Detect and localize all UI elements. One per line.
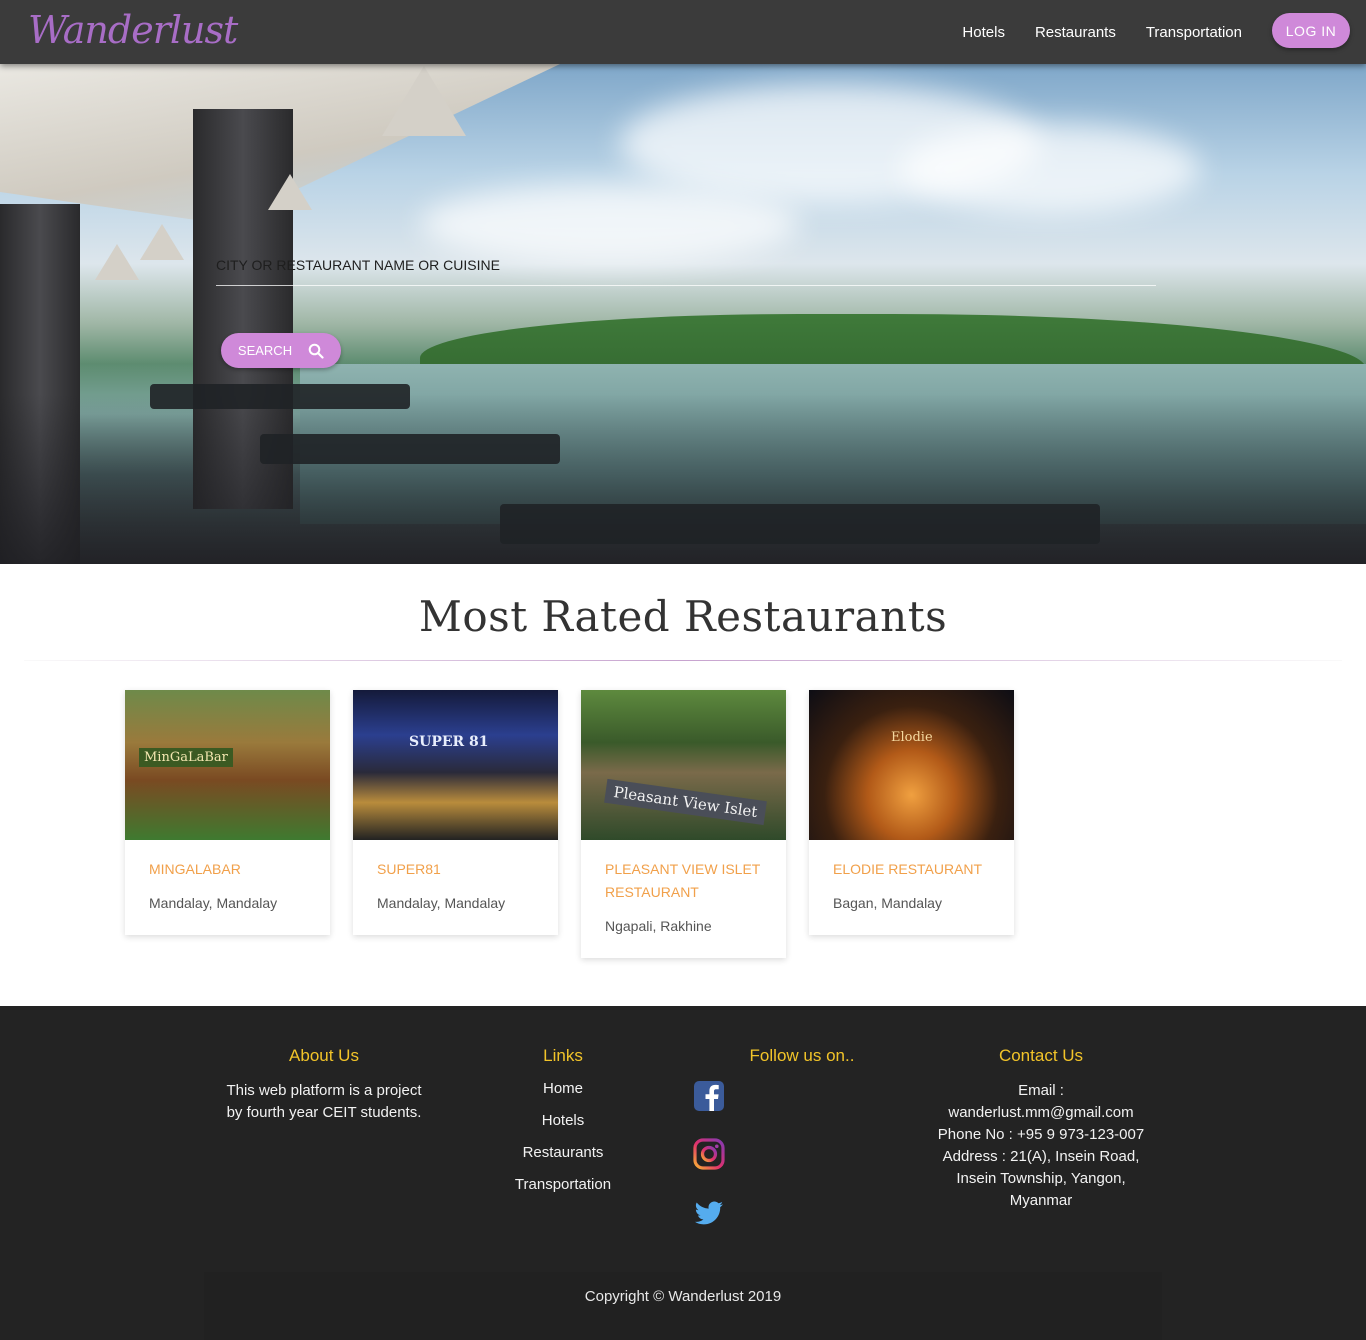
search-bar — [216, 244, 1156, 286]
hero-lamp — [268, 174, 312, 210]
restaurant-image[interactable]: SUPER 81 — [353, 690, 558, 840]
restaurant-image[interactable]: Pleasant View Islet — [581, 690, 786, 840]
restaurant-image[interactable]: Elodie — [809, 690, 1014, 840]
footer-contact: Contact Us Email : wanderlust.mm@gmail.c… — [916, 1046, 1166, 1212]
section-title: Most Rated Restaurants — [418, 592, 948, 641]
section-divider — [24, 660, 1342, 661]
restaurant-card[interactable]: SUPER 81 SUPER81 Mandalay, Mandalay — [353, 690, 558, 935]
copyright-text: Copyright © Wanderlust 2019 — [584, 1288, 782, 1305]
restaurant-card[interactable]: Elodie ELODIE RESTAURANT Bagan, Mandalay — [809, 690, 1014, 935]
footer-link-restaurants[interactable]: Restaurants — [483, 1144, 643, 1161]
restaurant-location: Bagan, Mandalay — [833, 895, 942, 911]
footer-links-heading: Links — [543, 1046, 583, 1065]
restaurant-image[interactable]: MinGaLaBar — [125, 690, 330, 840]
contact-address: Insein Township, Yangon, — [956, 1170, 1126, 1187]
contact-email[interactable]: wanderlust.mm@gmail.com — [916, 1102, 1166, 1124]
hero-banner: SEARCH — [0, 64, 1366, 564]
nav-links: Hotels Restaurants Transportation — [962, 0, 1242, 64]
footer-link-home[interactable]: Home — [483, 1080, 643, 1097]
footer-about-heading: About Us — [289, 1046, 359, 1065]
contact-phone: Phone No : +95 9 973-123-007 — [937, 1126, 1145, 1143]
hero-table — [260, 434, 560, 464]
footer-links: Links Home Hotels Restaurants Transporta… — [483, 1046, 643, 1208]
login-button[interactable]: LOG IN — [1272, 13, 1350, 48]
restaurant-sign: SUPER 81 — [409, 734, 489, 750]
footer-about: About Us This web platform is a project … — [204, 1046, 444, 1124]
hero-table — [500, 504, 1100, 544]
hero-table — [150, 384, 410, 409]
restaurant-location: Ngapali, Rakhine — [605, 918, 712, 934]
search-button[interactable]: SEARCH — [221, 333, 341, 368]
footer-link-transportation[interactable]: Transportation — [483, 1176, 643, 1193]
hero-lamp — [95, 244, 139, 280]
footer-link-hotels[interactable]: Hotels — [483, 1112, 643, 1129]
site-logo[interactable]: Wanderlust — [28, 8, 238, 52]
restaurant-sign: MinGaLaBar — [139, 748, 233, 767]
restaurant-name[interactable]: PLEASANT VIEW ISLET RESTAURANT — [605, 858, 762, 904]
footer-follow: Follow us on.. — [722, 1046, 882, 1080]
footer-about-text: This web platform is a project — [226, 1082, 422, 1099]
facebook-icon[interactable] — [693, 1080, 725, 1112]
restaurant-card[interactable]: MinGaLaBar MINGALABAR Mandalay, Mandalay — [125, 690, 330, 935]
restaurant-sign: Pleasant View Islet — [604, 778, 767, 826]
contact-address: Myanmar — [1009, 1192, 1073, 1209]
copyright-bar — [204, 1272, 1162, 1340]
footer-about-text: by fourth year CEIT students. — [226, 1104, 422, 1121]
restaurant-sign: Elodie — [891, 730, 933, 745]
hero-cloud — [900, 124, 1200, 214]
instagram-icon[interactable] — [693, 1138, 725, 1170]
footer-follow-heading: Follow us on.. — [749, 1046, 855, 1065]
restaurant-card[interactable]: Pleasant View Islet PLEASANT VIEW ISLET … — [581, 690, 786, 958]
nav-link-hotels[interactable]: Hotels — [962, 24, 1005, 41]
hero-lamp — [382, 66, 466, 136]
search-button-label: SEARCH — [237, 343, 293, 358]
restaurant-name[interactable]: ELODIE RESTAURANT — [833, 858, 990, 881]
navbar: Wanderlust Hotels Restaurants Transporta… — [0, 0, 1366, 64]
contact-address: Address : 21(A), Insein Road, — [942, 1148, 1140, 1165]
search-input[interactable] — [216, 244, 1156, 286]
footer-contact-heading: Contact Us — [998, 1046, 1084, 1065]
contact-email-label: Email : — [1018, 1082, 1064, 1099]
hero-lamp — [140, 224, 184, 260]
restaurant-location: Mandalay, Mandalay — [149, 895, 278, 911]
search-icon — [308, 343, 324, 359]
restaurant-name[interactable]: SUPER81 — [377, 858, 534, 881]
restaurant-cards: MinGaLaBar MINGALABAR Mandalay, Mandalay… — [125, 690, 1014, 958]
nav-link-restaurants[interactable]: Restaurants — [1035, 24, 1116, 41]
twitter-icon[interactable] — [693, 1196, 725, 1228]
restaurant-name[interactable]: MINGALABAR — [149, 858, 306, 881]
nav-link-transportation[interactable]: Transportation — [1146, 24, 1242, 41]
restaurant-location: Mandalay, Mandalay — [377, 895, 506, 911]
